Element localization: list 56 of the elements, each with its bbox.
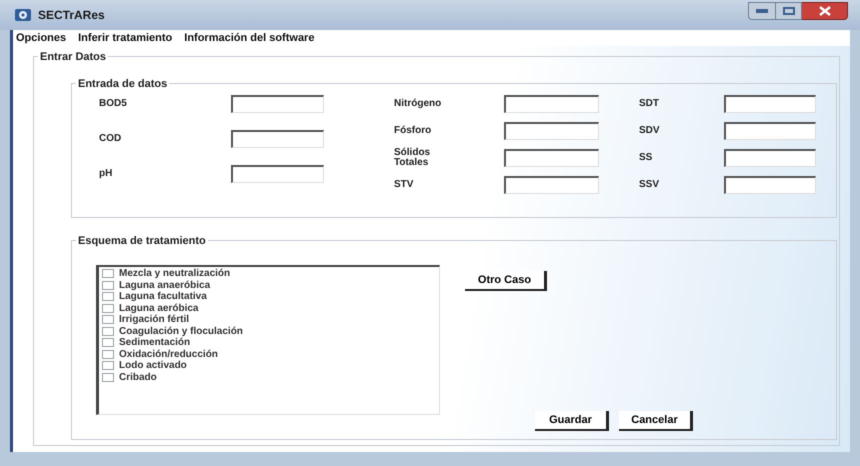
input-field[interactable]: [504, 95, 599, 113]
input-field[interactable]: [231, 165, 324, 183]
checklist-item-label: Laguna aeróbica: [119, 302, 198, 314]
menu-item[interactable]: Inferir tratamiento: [78, 30, 172, 46]
input-field[interactable]: [724, 122, 816, 140]
field-label: Nitrógeno: [394, 99, 442, 109]
window-title: SECTrARes: [38, 7, 105, 24]
group-title: Esquema de tratamiento: [76, 233, 208, 250]
field-label: SDT: [639, 99, 660, 109]
minimize-button[interactable]: [748, 2, 776, 20]
field-label: Sólidos Totales: [394, 148, 432, 168]
checklist-item-label: Laguna anaeróbica: [119, 280, 210, 291]
field-label: SSV: [639, 180, 660, 190]
checklist-item-label: Mezcla y neutralización: [119, 268, 230, 280]
input-field[interactable]: [724, 149, 816, 167]
checkbox[interactable]: [102, 280, 114, 290]
input-field[interactable]: [231, 95, 324, 113]
maximize-button[interactable]: [776, 2, 802, 20]
checkbox[interactable]: [102, 292, 114, 302]
input-field[interactable]: [504, 149, 599, 167]
field-label: pH: [99, 169, 114, 179]
otro-caso-button[interactable]: Otro Caso: [465, 271, 547, 291]
checkbox[interactable]: [102, 350, 114, 359]
input-field[interactable]: [724, 176, 816, 194]
close-button[interactable]: [802, 2, 848, 20]
checklist-item-label: Sedimentación: [119, 337, 190, 348]
checkbox[interactable]: [102, 326, 114, 336]
checkbox[interactable]: [102, 315, 114, 324]
checkbox[interactable]: [102, 304, 114, 313]
input-field[interactable]: [504, 176, 599, 194]
field-label: SS: [639, 153, 654, 163]
checklist-item-label: Laguna facultativa: [119, 291, 207, 302]
field-label: STV: [394, 180, 414, 190]
input-field[interactable]: [231, 130, 324, 148]
checklist-item-label: Coagulación y floculación: [119, 326, 243, 337]
dialog-button[interactable]: Cancelar: [619, 411, 693, 431]
checklist-item-label: Oxidación/reducción: [119, 348, 218, 360]
menu-item[interactable]: Información del software: [184, 30, 314, 46]
checkbox[interactable]: [102, 372, 114, 382]
input-field[interactable]: [504, 122, 599, 140]
field-label: Fósforo: [394, 126, 432, 136]
input-field[interactable]: [724, 95, 816, 113]
checkbox[interactable]: [102, 269, 114, 278]
checkbox[interactable]: [102, 338, 114, 348]
menu-item[interactable]: Opciones: [16, 30, 66, 46]
checkbox[interactable]: [102, 361, 114, 370]
minimize-icon: [756, 9, 768, 13]
checklist-item-label: Irrigación fértil: [119, 314, 190, 326]
dialog-button[interactable]: Guardar: [535, 411, 609, 431]
maximize-icon: [782, 7, 794, 15]
checklist-item-label: Lodo activado: [119, 360, 187, 372]
close-icon: [818, 6, 830, 16]
field-label: BOD5: [99, 99, 128, 109]
checklist-item-label: Cribado: [119, 372, 157, 383]
field-label: SDV: [639, 126, 661, 136]
field-label: COD: [99, 134, 122, 144]
